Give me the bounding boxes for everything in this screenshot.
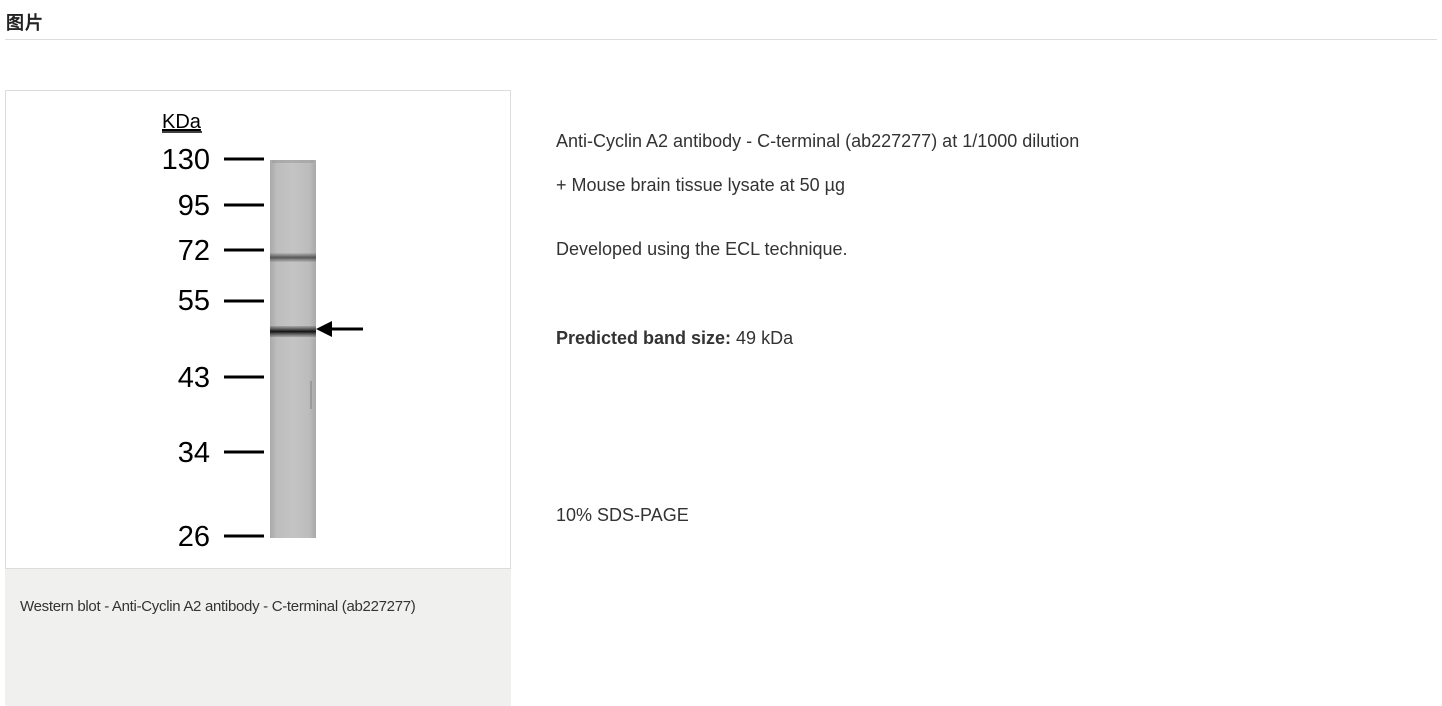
marker-label: 95	[178, 190, 210, 222]
band-arrow-icon	[316, 321, 363, 337]
marker-label: 72	[178, 235, 210, 267]
predicted-band-line: Predicted band size: 49 kDa	[556, 328, 793, 349]
lysate-line: + Mouse brain tissue lysate at 50 µg	[556, 175, 846, 195]
band-target	[270, 326, 316, 337]
gel-lane	[270, 160, 316, 538]
predicted-band-label: Predicted band size:	[556, 328, 732, 348]
antibody-line: Anti-Cyclin A2 antibody - C-terminal (ab…	[556, 131, 1080, 151]
figure-caption: Western blot - Anti-Cyclin A2 antibody -…	[5, 569, 511, 706]
kda-label: KDa	[162, 111, 202, 133]
band-faint	[270, 253, 316, 262]
marker-ladder: 130 95 72 55 43 34 26	[162, 144, 264, 553]
predicted-band-value: 49 kDa	[731, 328, 794, 348]
marker-label: 55	[178, 285, 210, 317]
lane-top-edge	[272, 160, 314, 163]
western-blot-image[interactable]: KDa 130 95 72 55 43 34 26	[5, 90, 511, 569]
marker-label: 34	[178, 437, 210, 469]
western-blot-svg: KDa 130 95 72 55 43 34 26	[162, 111, 363, 553]
section-header: 图片	[5, 0, 1437, 40]
marker-label: 26	[178, 521, 210, 553]
marker-label: 43	[178, 362, 210, 394]
developed-line: Developed using the ECL technique.	[556, 239, 848, 259]
figure-card: KDa 130 95 72 55 43 34 26 Western blot -…	[5, 90, 511, 706]
marker-label: 130	[162, 144, 210, 176]
section-title: 图片	[6, 13, 44, 34]
gel-line: 10% SDS-PAGE	[556, 505, 689, 525]
